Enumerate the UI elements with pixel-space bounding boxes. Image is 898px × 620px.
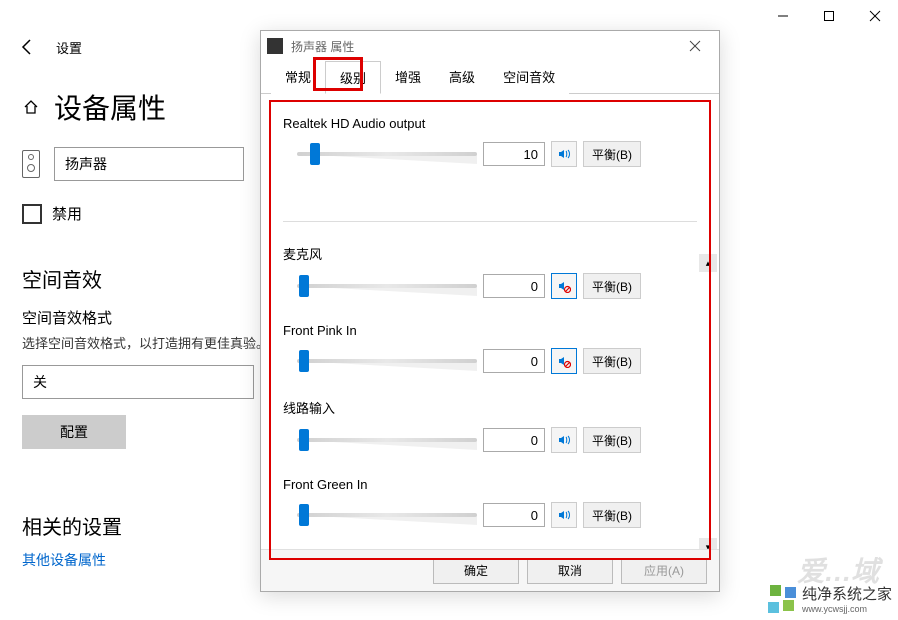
volume-value-input[interactable] [483,274,545,298]
spatial-dropdown[interactable]: 关 [22,365,254,399]
balance-button[interactable]: 平衡(B) [583,141,641,167]
watermark-logo-icon [768,585,796,613]
mute-button[interactable] [551,502,577,528]
properties-dialog: 扬声器 属性 常规 级别 增强 高级 空间音效 Realtek HD Audio… [260,30,720,592]
tab-row: 常规 级别 增强 高级 空间音效 [261,61,719,94]
volume-slider[interactable] [297,275,477,297]
channel-label: 线路输入 [283,398,697,417]
balance-button[interactable]: 平衡(B) [583,502,641,528]
watermark-text: 纯净系统之家 [802,583,892,604]
close-button[interactable] [852,0,898,32]
window-titlebar [0,0,898,32]
balance-button[interactable]: 平衡(B) [583,273,641,299]
tab-level[interactable]: 级别 [325,61,381,94]
watermark-sub: www.ycwsjj.com [802,604,892,614]
ok-button[interactable]: 确定 [433,558,519,584]
volume-value-input[interactable] [483,503,545,527]
apply-button[interactable]: 应用(A) [621,558,707,584]
volume-value-input[interactable] [483,142,545,166]
minimize-button[interactable] [760,0,806,32]
slider-thumb[interactable] [310,143,320,165]
tab-spatial[interactable]: 空间音效 [489,61,569,94]
tab-advanced[interactable]: 高级 [435,61,489,94]
volume-value-input[interactable] [483,349,545,373]
slider-thumb[interactable] [299,429,309,451]
volume-slider[interactable] [297,143,477,165]
device-name-field[interactable]: 扬声器 [54,147,244,181]
config-button[interactable]: 配置 [22,415,126,449]
back-arrow-icon[interactable] [18,37,38,57]
watermark: 纯净系统之家 www.ycwsjj.com [768,583,892,614]
volume-slider[interactable] [297,350,477,372]
tab-enhance[interactable]: 增强 [381,61,435,94]
slider-thumb[interactable] [299,350,309,372]
mute-button[interactable] [551,273,577,299]
mute-button[interactable] [551,427,577,453]
maximize-button[interactable] [806,0,852,32]
mute-button[interactable] [551,141,577,167]
dialog-title: 扬声器 属性 [291,38,677,55]
dialog-icon [267,38,283,54]
tab-general[interactable]: 常规 [271,61,325,94]
speaker-icon [22,150,40,178]
home-icon[interactable] [22,98,40,116]
settings-breadcrumb: 设置 [56,38,82,57]
page-title: 设备属性 [54,87,166,127]
disable-label: 禁用 [52,203,82,224]
channel-label: 麦克风 [283,244,697,263]
scrollbar-up-button[interactable]: ▴ [699,254,717,272]
slider-thumb[interactable] [299,504,309,526]
channel-label: Front Green In [283,477,697,492]
cancel-button[interactable]: 取消 [527,558,613,584]
channel-label: Realtek HD Audio output [283,116,697,131]
balance-button[interactable]: 平衡(B) [583,348,641,374]
dialog-close-button[interactable] [677,33,713,59]
volume-slider[interactable] [297,504,477,526]
slider-thumb[interactable] [299,275,309,297]
volume-value-input[interactable] [483,428,545,452]
volume-slider[interactable] [297,429,477,451]
mute-button[interactable] [551,348,577,374]
balance-button[interactable]: 平衡(B) [583,427,641,453]
disable-checkbox[interactable] [22,204,42,224]
channel-label: Front Pink In [283,323,697,338]
